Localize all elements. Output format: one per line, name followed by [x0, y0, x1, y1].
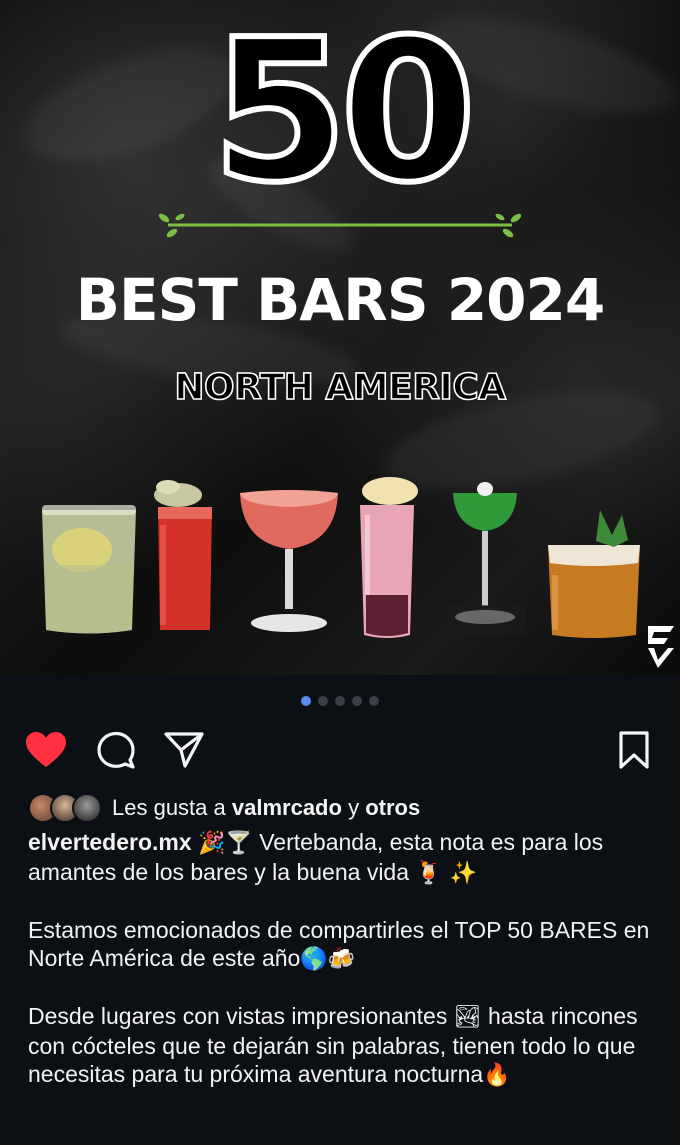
caption-paragraph: elvertedero.mx 🎉🍸 Vertebanda, esta nota …: [28, 828, 658, 888]
carousel-indicator: [0, 696, 680, 706]
cocktail-highball-pink: [360, 477, 418, 638]
comment-button[interactable]: [94, 728, 138, 772]
subline: NORTH AMERICA: [174, 366, 507, 409]
caption-text: Desde lugares con vistas impresionantes: [28, 1003, 448, 1029]
share-button[interactable]: [162, 728, 206, 772]
cocktail-coupe: [240, 490, 338, 632]
comment-icon: [97, 731, 135, 769]
party-cocktail-emoji: 🎉🍸: [198, 831, 253, 856]
send-icon: [164, 732, 204, 768]
landscape-emoji: 🏞: [453, 1005, 482, 1030]
likes-text: Les gusta a valmrcado y otros: [112, 795, 420, 821]
caption-username[interactable]: elvertedero.mx: [28, 829, 192, 855]
fire-emoji: 🔥: [483, 1063, 511, 1088]
carousel-dot: [335, 696, 345, 706]
bookmark-icon: [619, 731, 649, 769]
cocktail-green-martini: [448, 482, 526, 635]
cocktail-tall-red: [154, 480, 212, 630]
post-image[interactable]: 50 BEST BARS 2024 NORTH AMERICA: [0, 0, 680, 675]
globe-beers-emoji: 🌎🍻: [300, 947, 356, 972]
tropical-drink-sparkles-emoji: 🍹 ✨: [415, 861, 478, 886]
caption-paragraph: Estamos emocionados de compartirles el T…: [28, 916, 658, 974]
likes-others[interactable]: otros: [365, 795, 420, 820]
like-button[interactable]: [24, 728, 68, 772]
carousel-dot: [301, 696, 311, 706]
liker-username[interactable]: valmrcado: [232, 795, 342, 820]
cocktail-amber-rocks: [548, 510, 640, 638]
cocktail-rocks-glass: [42, 505, 136, 634]
liker-avatars: [28, 791, 106, 825]
likes-prefix: Les gusta a: [112, 795, 226, 820]
likes-summary[interactable]: Les gusta a valmrcado y otros: [28, 790, 420, 826]
avatar: [72, 793, 102, 823]
likes-connector: y: [348, 795, 360, 820]
post-action-bar: [0, 728, 680, 772]
ev-logo-icon: [648, 626, 674, 668]
caption-paragraph: Desde lugares con vistas impresionantes …: [28, 1002, 658, 1090]
carousel-dot: [318, 696, 328, 706]
heart-filled-icon: [26, 732, 66, 767]
cocktails-illustration: [42, 477, 640, 638]
post-caption: elvertedero.mx 🎉🍸 Vertebanda, esta nota …: [28, 828, 658, 1118]
carousel-dot: [369, 696, 379, 706]
headline: BEST BARS 2024: [75, 266, 606, 334]
big-number-title: 50: [209, 0, 480, 226]
vine-divider: [158, 213, 522, 238]
save-button[interactable]: [612, 728, 656, 772]
carousel-dot: [352, 696, 362, 706]
